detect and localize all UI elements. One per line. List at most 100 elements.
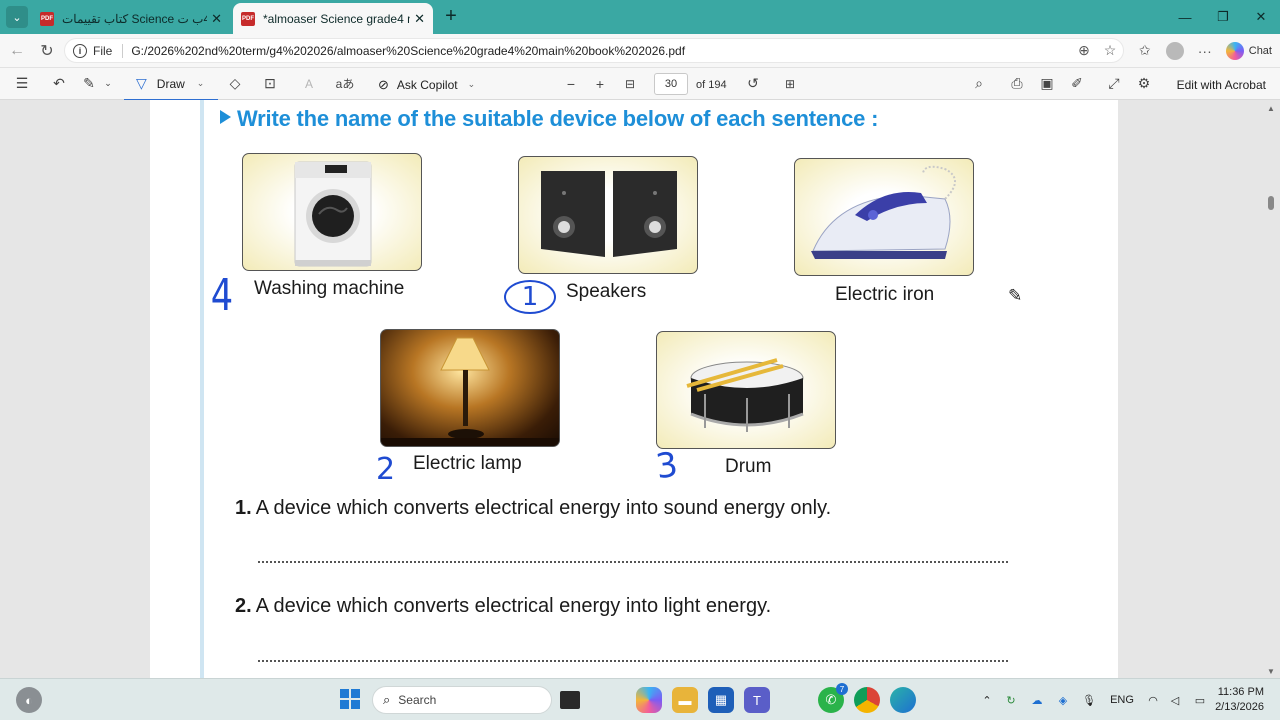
clock-date: 2/13/2026 [1215,701,1264,713]
search-icon: ⌕ [383,692,391,707]
scheme-label: File [93,43,113,58]
wifi-icon[interactable]: ◠ [1142,694,1164,707]
question-2: 2. A device which converts electrical ene… [235,595,771,618]
store-icon[interactable]: ▦ [708,687,734,713]
rotate-icon[interactable]: ↺ [740,67,766,100]
meet-icon[interactable]: ◈ [1050,694,1076,707]
electric-lamp-image [380,329,560,447]
text-format-icon[interactable]: A [296,67,322,100]
tab-actions-menu-button[interactable]: ⌄ [6,6,28,28]
scroll-up-icon[interactable]: ▲ [1267,104,1275,113]
close-window-button[interactable]: ✕ [1242,0,1280,34]
divider [122,43,124,58]
zoom-in-icon[interactable]: + [587,67,613,100]
pdf-page[interactable]: Write the name of the suitable device be… [150,100,1118,678]
clock[interactable]: 11:36 PM 2/13/2026 [1215,685,1264,715]
expand-icon[interactable]: ⤢ [1101,67,1127,100]
handwritten-answer: 2 [376,452,396,487]
copilot-app-icon[interactable] [636,687,662,713]
address-bar[interactable]: i File G:/2026%202nd%20term/g4%202026/al… [64,38,1124,63]
read-aloud-icon[interactable]: aあ [332,67,358,100]
microphone-icon[interactable]: 🎙 [1076,694,1102,707]
whatsapp-icon[interactable]: ✆ 7 [818,683,848,713]
vertical-scrollbar[interactable]: ▲ ▼ [1262,100,1280,678]
fit-page-icon[interactable]: ⊟ [617,67,643,100]
tab-active[interactable]: PDF *almoaser Science grade4 main bo ✕ [233,3,433,34]
teams-icon[interactable]: T [744,687,770,713]
edge-icon[interactable] [890,687,916,713]
save-as-icon[interactable]: ✐ [1064,67,1090,100]
windows-start-icon[interactable] [340,689,360,709]
copilot-chat-button[interactable]: Chat [1225,41,1272,60]
undo-icon[interactable]: ↶ [46,67,72,100]
taskbar-search[interactable]: ⌕ Search [372,686,552,714]
answer-line-1[interactable] [258,561,1008,563]
zoom-icon[interactable]: ⊕ [1071,42,1097,59]
draw-button[interactable]: ▽ Draw ⌄ [124,68,218,101]
handwritten-answer: 1 [504,280,556,314]
new-tab-button[interactable]: + [440,6,462,28]
device-label-electric-lamp: Electric lamp [413,453,522,474]
page-count-label: of 194 [696,78,727,91]
system-tray: ⌃ ↻ ☁ ◈ 🎙 ENG ◠ ◁ ▭ [976,679,1214,720]
language-indicator[interactable]: ENG [1102,694,1142,706]
device-label-electric-iron: Electric iron [835,284,935,305]
scroll-down-icon[interactable]: ▼ [1267,667,1275,676]
more-menu-icon[interactable]: ··· [1190,43,1220,59]
copilot-icon: ⊘ [378,76,389,92]
chat-label: Chat [1248,44,1272,57]
ask-copilot-button[interactable]: ⊘ Ask Copilot ⌄ [378,68,475,101]
battery-icon[interactable]: ▭ [1186,694,1214,707]
close-icon[interactable]: ✕ [211,11,222,27]
favorites-icon[interactable]: ✩ [1130,42,1160,59]
task-view-icon[interactable] [560,691,580,709]
edit-with-acrobat-button[interactable]: Edit with Acrobat [1177,68,1266,101]
washing-machine-image [242,153,422,271]
question-number: 1. [235,497,252,519]
clock-time: 11:36 PM [1217,686,1264,698]
browser-actions: ✩ ··· Chat [1130,38,1272,63]
exercise-heading: Write the name of the suitable device be… [220,106,878,132]
volume-icon[interactable]: ◁ [1164,694,1186,707]
page-number-input[interactable]: 30 [654,73,688,95]
profile-avatar[interactable] [1165,41,1184,60]
text-box-icon[interactable]: ⊡ [257,67,283,100]
copilot-icon [1225,41,1244,60]
refresh-button[interactable]: ↻ [32,36,62,66]
maximize-button[interactable]: ❐ [1204,0,1242,34]
info-icon[interactable]: i [73,43,87,58]
question-number: 2. [235,595,252,617]
chevron-up-icon[interactable]: ⌃ [976,694,998,707]
close-icon[interactable]: ✕ [414,11,425,27]
document-viewport: Write the name of the suitable device be… [0,100,1280,678]
speakers-image [518,156,698,274]
chevron-down-icon: ⌄ [12,11,22,24]
scrollbar-thumb[interactable] [1268,196,1274,210]
save-icon[interactable]: ▣ [1034,67,1060,100]
answer-line-2[interactable] [258,660,1008,662]
cloud-icon[interactable]: ☁ [1024,694,1050,707]
url-text[interactable]: G:/2026%202nd%20term/g4%202026/almoaser%… [131,44,1071,58]
chevron-down-icon[interactable]: ⌄ [100,67,116,100]
page-view-icon[interactable]: ⊞ [777,67,803,100]
highlight-icon[interactable]: ✎ [76,67,102,100]
triangle-bullet-icon [220,110,231,124]
chevron-down-icon[interactable]: ⌄ [197,78,205,89]
favorite-star-icon[interactable]: ☆ [1097,42,1123,59]
widgets-icon[interactable]: ◐ [16,687,42,713]
contents-list-icon[interactable]: ☰ [8,67,36,100]
tab-inactive[interactable]: PDF كتاب تقييمات Science الصف 4ب ت ✕ [32,3,230,34]
back-button[interactable]: ← [2,36,32,66]
print-icon[interactable]: ⎙ [1004,67,1030,100]
file-explorer-icon[interactable]: ▬ [672,687,698,713]
sync-icon[interactable]: ↻ [998,694,1024,707]
zoom-out-icon[interactable]: − [558,67,584,100]
minimize-button[interactable]: — [1166,0,1204,34]
copilot-label: Ask Copilot [396,77,458,92]
gear-icon[interactable]: ⚙ [1131,67,1157,100]
chrome-icon[interactable] [854,687,880,713]
pdf-icon: PDF [241,11,255,26]
search-icon[interactable]: ⌕ [966,67,992,100]
electric-iron-image [794,158,974,276]
eraser-icon[interactable]: ◇ [222,67,248,100]
